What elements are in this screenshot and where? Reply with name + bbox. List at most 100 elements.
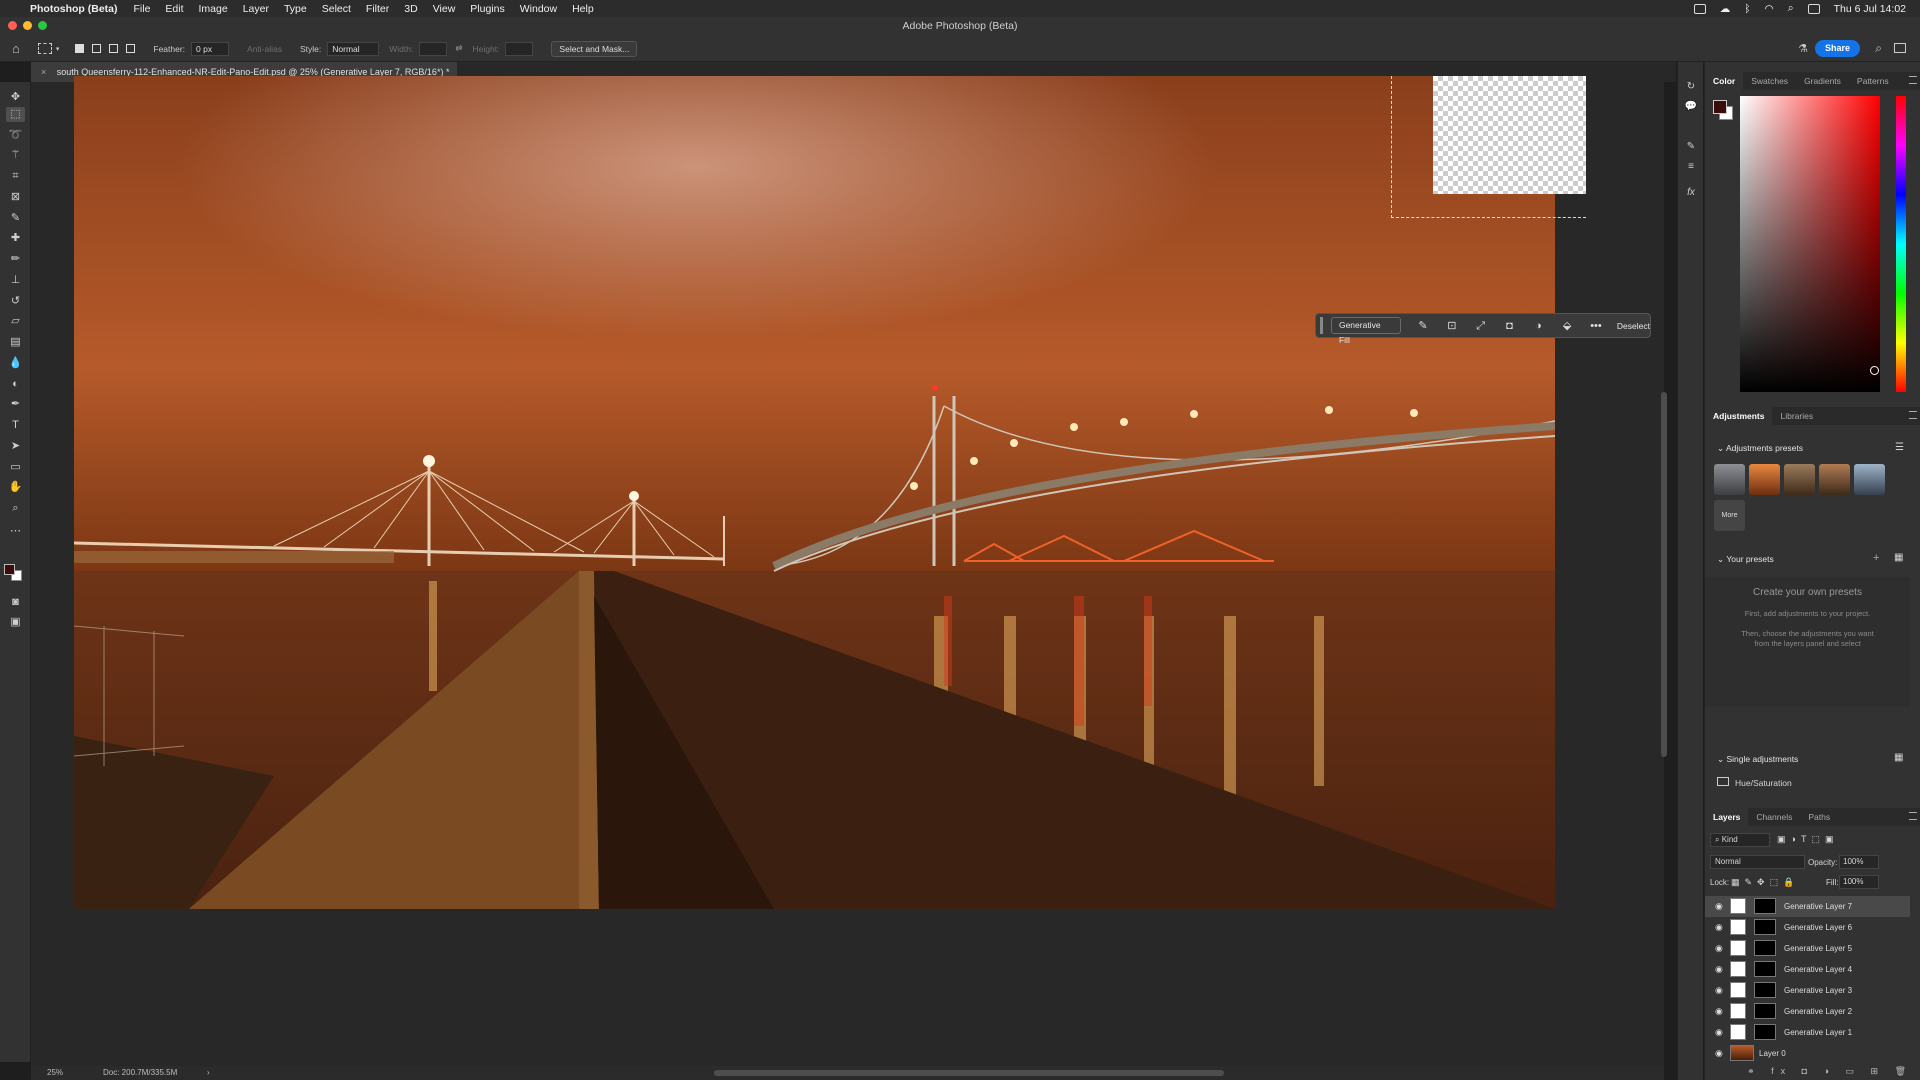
- layer-filter-icons[interactable]: ▣◑T⬚▣: [1777, 834, 1838, 845]
- tab-layers[interactable]: Layers: [1705, 808, 1749, 826]
- search-icon[interactable]: ⌕: [1788, 2, 1794, 15]
- menu-type[interactable]: Type: [284, 3, 307, 15]
- add-to-selection-icon[interactable]: [92, 44, 102, 53]
- history-icon[interactable]: ↻: [1684, 80, 1698, 94]
- layer-row[interactable]: ◉ Generative Layer 6: [1705, 917, 1910, 938]
- preset-thumbnail[interactable]: [1714, 464, 1745, 495]
- layer-row[interactable]: ◉ Generative Layer 4: [1705, 959, 1910, 980]
- layer-row[interactable]: ◉ Generative Layer 2: [1705, 1001, 1910, 1022]
- panel-menu-icon[interactable]: [1909, 812, 1917, 820]
- path-selection-icon[interactable]: ➤: [8, 439, 23, 454]
- eye-icon[interactable]: ◉: [1715, 922, 1723, 933]
- workspace-icon[interactable]: [1894, 43, 1906, 53]
- pen-tool-icon[interactable]: ✒: [8, 397, 23, 412]
- intersect-selection-icon[interactable]: [126, 44, 136, 53]
- blend-mode-select[interactable]: Normal: [1710, 855, 1805, 869]
- list-view-icon[interactable]: ☰: [1895, 442, 1904, 453]
- document-image[interactable]: [74, 76, 1555, 909]
- brush-tool-icon[interactable]: ✏: [8, 252, 23, 267]
- more-tools-icon[interactable]: ⋯: [8, 524, 23, 539]
- panel-menu-icon[interactable]: [1909, 76, 1917, 84]
- app-name-menu[interactable]: Photoshop (Beta): [30, 3, 118, 15]
- gradient-tool-icon[interactable]: ▤: [8, 335, 23, 350]
- styles-fx-icon[interactable]: fx: [1684, 186, 1698, 200]
- screen-mode-icon[interactable]: ▣: [8, 615, 23, 630]
- zoom-window-button[interactable]: [38, 21, 47, 30]
- layer-kind-filter[interactable]: ⌕ Kind: [1710, 833, 1770, 847]
- close-icon[interactable]: ×: [41, 67, 46, 77]
- eye-icon[interactable]: ◉: [1715, 943, 1723, 954]
- control-center-icon[interactable]: [1807, 3, 1820, 14]
- properties-icon[interactable]: ≡: [1684, 160, 1698, 174]
- opacity-input[interactable]: 100%: [1839, 855, 1879, 869]
- creative-cloud-icon[interactable]: ☁: [1720, 3, 1731, 15]
- zoom-tool-icon[interactable]: ⌕: [8, 501, 23, 516]
- tab-libraries[interactable]: Libraries: [1772, 407, 1821, 425]
- more-presets-button[interactable]: More: [1714, 500, 1745, 531]
- height-input[interactable]: [505, 41, 534, 56]
- healing-brush-icon[interactable]: ✚: [8, 231, 23, 246]
- panel-menu-icon[interactable]: [1909, 411, 1917, 419]
- subtract-from-selection-icon[interactable]: [109, 44, 119, 53]
- layer-mask-thumbnail[interactable]: [1754, 1003, 1776, 1019]
- doc-size[interactable]: Doc: 200.7M/335.5M: [103, 1066, 177, 1080]
- your-presets-heading[interactable]: ⌄ Your presets: [1717, 554, 1774, 565]
- menu-file[interactable]: File: [134, 3, 151, 15]
- layer-mask-thumbnail[interactable]: [1754, 919, 1776, 935]
- width-input[interactable]: [419, 41, 448, 56]
- layer-row[interactable]: ◉ Generative Layer 7: [1705, 896, 1910, 917]
- generative-fill-button[interactable]: Generative Fill: [1330, 317, 1402, 345]
- lock-icons[interactable]: ▦✎✥⬚🔒: [1731, 877, 1799, 888]
- clock[interactable]: Thu 6 Jul 14:02: [1834, 3, 1906, 15]
- adjustments-presets-heading[interactable]: ⌄ Adjustments presets: [1717, 443, 1803, 454]
- eyedropper-icon[interactable]: ✎: [8, 211, 23, 226]
- chevron-down-icon[interactable]: ▾: [56, 45, 60, 53]
- add-icon[interactable]: +: [1873, 552, 1879, 564]
- layer-mask-thumbnail[interactable]: [1754, 961, 1776, 977]
- menu-help[interactable]: Help: [572, 3, 594, 15]
- menu-edit[interactable]: Edit: [165, 3, 183, 15]
- eye-icon[interactable]: ◉: [1715, 985, 1723, 996]
- adjustment-layer-icon[interactable]: ◑: [1531, 319, 1545, 333]
- layer-row[interactable]: ◉ Generative Layer 5: [1705, 938, 1910, 959]
- quick-mask-icon[interactable]: ◙: [8, 595, 23, 610]
- layer-row[interactable]: ◉ Layer 0: [1705, 1043, 1910, 1064]
- layer-row[interactable]: ◉ Generative Layer 1: [1705, 1022, 1910, 1043]
- menu-view[interactable]: View: [433, 3, 456, 15]
- brush-settings-icon[interactable]: ✎: [1684, 140, 1698, 154]
- blur-tool-icon[interactable]: 💧: [8, 356, 23, 371]
- share-button[interactable]: Share: [1814, 40, 1860, 57]
- menu-select[interactable]: Select: [322, 3, 351, 15]
- rectangle-tool-icon[interactable]: ▭: [8, 460, 23, 475]
- tab-channels[interactable]: Channels: [1748, 808, 1800, 826]
- menu-plugins[interactable]: Plugins: [470, 3, 504, 15]
- menu-filter[interactable]: Filter: [366, 3, 389, 15]
- minimize-window-button[interactable]: [23, 21, 32, 30]
- horizontal-scrollbar[interactable]: [714, 1070, 1224, 1076]
- dodge-tool-icon[interactable]: ◐: [8, 377, 23, 392]
- deselect-button[interactable]: Deselect: [1617, 321, 1650, 331]
- tab-gradients[interactable]: Gradients: [1796, 72, 1849, 90]
- layer-mask-thumbnail[interactable]: [1754, 940, 1776, 956]
- fill-input[interactable]: 100%: [1839, 875, 1879, 889]
- crop-tool-icon[interactable]: ⌗: [8, 169, 23, 184]
- menu-3d[interactable]: 3D: [404, 3, 417, 15]
- anti-alias-checkbox[interactable]: Anti-alias: [247, 44, 282, 54]
- menu-layer[interactable]: Layer: [243, 3, 269, 15]
- marquee-tool-icon[interactable]: ⬚: [6, 107, 25, 122]
- display-icon[interactable]: [1693, 3, 1706, 14]
- preset-thumbnail[interactable]: [1749, 464, 1780, 495]
- type-tool-icon[interactable]: T: [8, 418, 23, 433]
- zoom-level[interactable]: 25%: [47, 1066, 63, 1080]
- hand-tool-icon[interactable]: ✋: [8, 480, 23, 495]
- chevron-right-icon[interactable]: ›: [207, 1066, 210, 1080]
- grid-view-icon[interactable]: ▦: [1894, 752, 1903, 763]
- lasso-tool-icon[interactable]: ➰: [8, 128, 23, 143]
- wifi-icon[interactable]: ◠: [1765, 3, 1774, 15]
- single-adjustments-heading[interactable]: ⌄ Single adjustments: [1717, 754, 1798, 765]
- menu-image[interactable]: Image: [199, 3, 228, 15]
- move-tool-icon[interactable]: ✥: [8, 90, 23, 105]
- clone-stamp-icon[interactable]: ⊥: [8, 273, 23, 288]
- foreground-color-swatch[interactable]: [4, 564, 15, 575]
- tab-color[interactable]: Color: [1705, 72, 1744, 90]
